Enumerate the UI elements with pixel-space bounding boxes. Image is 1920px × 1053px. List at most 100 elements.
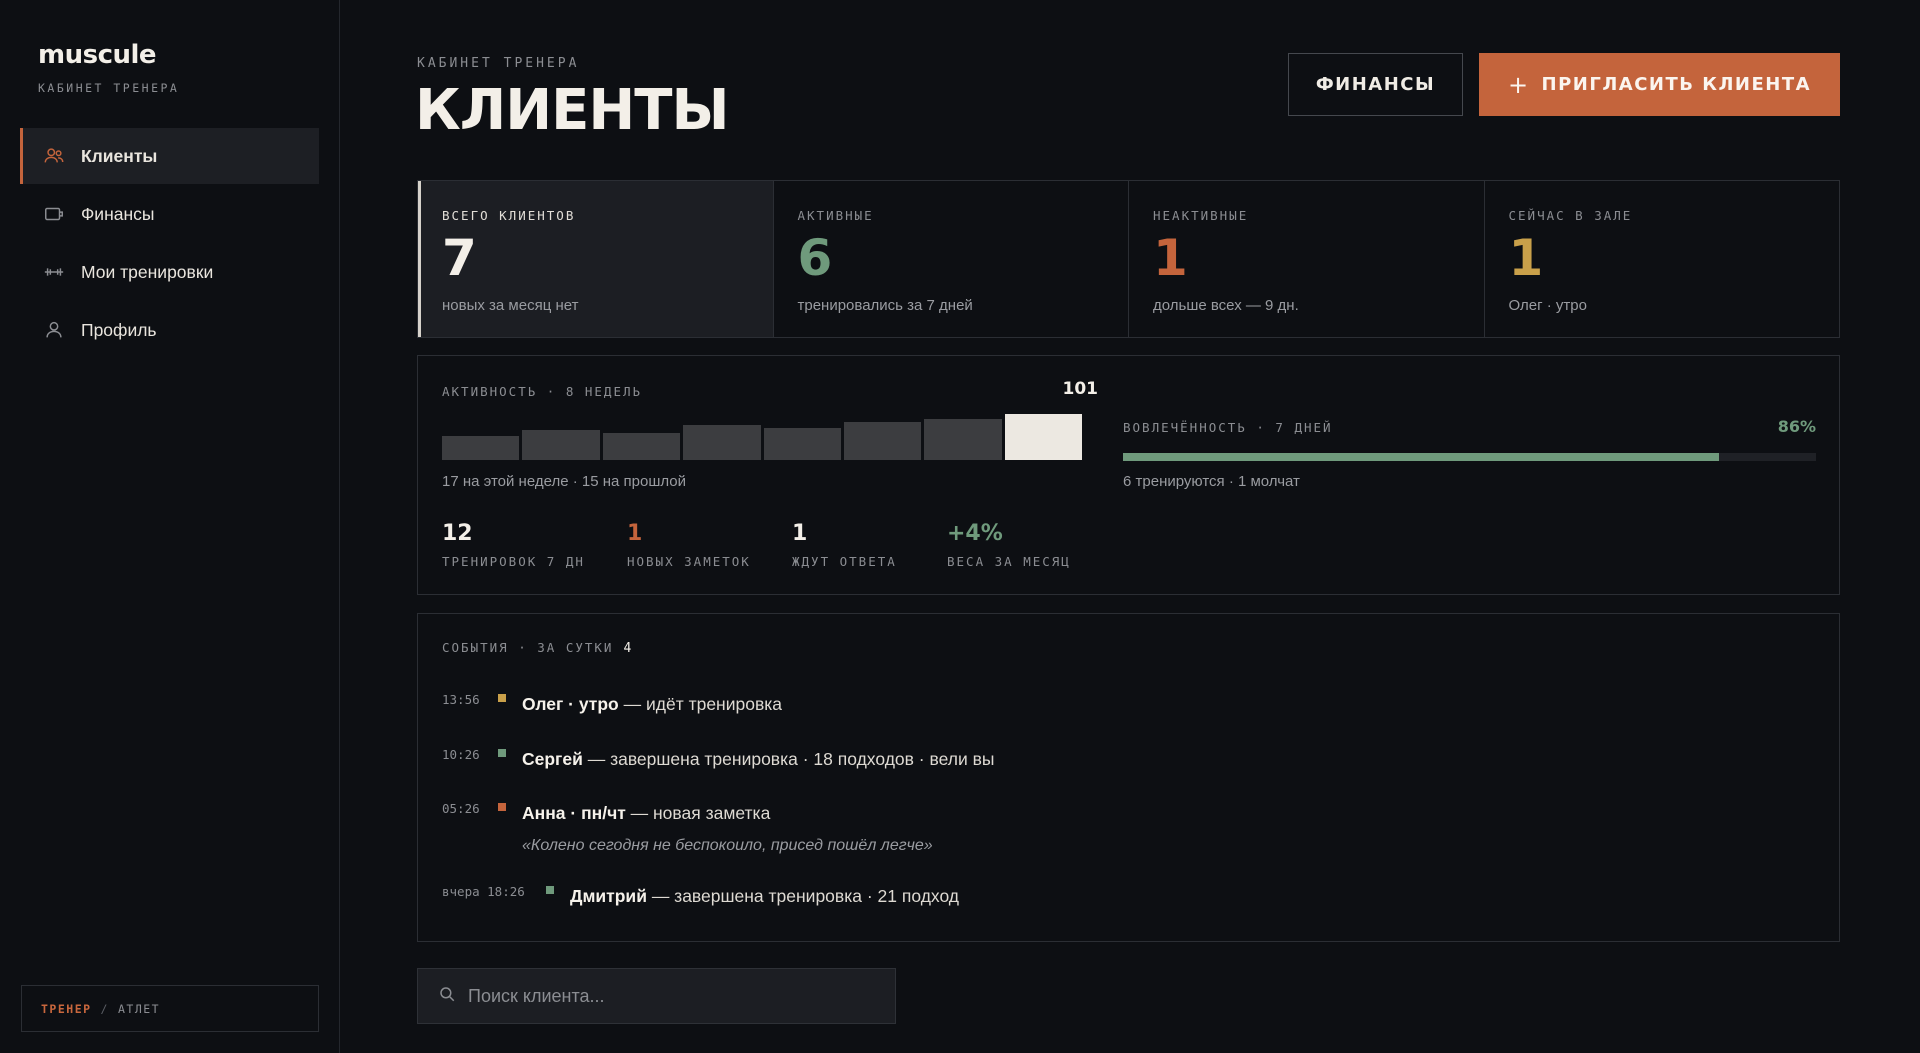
- engagement-subtitle: 6 тренируются · 1 молчат: [1123, 473, 1300, 490]
- role-trainer[interactable]: ТРЕНЕР: [41, 1002, 92, 1016]
- event-desc: — завершена тренировка · 21 подход: [646, 886, 960, 906]
- engagement-bar: [1123, 453, 1816, 461]
- events-label-text: СОБЫТИЯ · ЗА СУТКИ: [442, 640, 614, 655]
- stat-value: 7: [442, 229, 477, 287]
- event-time: 05:26: [442, 801, 480, 816]
- finance-button[interactable]: ФИНАНСЫ: [1288, 53, 1463, 116]
- stat-value: 1: [1508, 229, 1544, 287]
- plus-icon: +: [1507, 70, 1530, 99]
- event-text: Олег · утро — идёт тренировка: [522, 694, 782, 715]
- activity-bar: [763, 427, 841, 460]
- sidebar: muscule КАБИНЕТ ТРЕНЕРА Клиенты Финансы: [0, 0, 340, 1053]
- kpi-value: 12: [442, 521, 473, 546]
- event-text: Дмитрий — завершена тренировка · 21 подх…: [570, 886, 959, 907]
- stat-active[interactable]: АКТИВНЫЕ 6 тренировались за 7 дней: [774, 181, 1129, 337]
- sidebar-item-workouts[interactable]: Мои тренировки: [20, 244, 319, 300]
- event-quote: «Колено сегодня не беспокоило, присед по…: [522, 837, 933, 854]
- sidebar-item-finance[interactable]: Финансы: [20, 186, 319, 242]
- stat-sub: тренировались за 7 дней: [797, 297, 973, 314]
- kpi-awaiting-reply[interactable]: 1 ЖДУТ ОТВЕТА: [792, 521, 897, 569]
- event-dot: [498, 694, 506, 702]
- activity-bar: [1004, 414, 1082, 460]
- page-title: КЛИЕНТЫ: [415, 78, 729, 143]
- event-dot: [498, 749, 506, 757]
- engagement-percent: 86%: [1777, 417, 1816, 436]
- client-search[interactable]: [417, 968, 896, 1024]
- app-subtitle: КАБИНЕТ ТРЕНЕРА: [38, 81, 180, 95]
- kpi-label: ЖДУТ ОТВЕТА: [792, 554, 897, 569]
- role-switch[interactable]: ТРЕНЕР / АТЛЕТ: [21, 985, 319, 1032]
- event-dot: [498, 803, 506, 811]
- sidebar-item-label: Клиенты: [81, 145, 158, 166]
- kpi-label: ВЕСА ЗА МЕСЯЦ: [947, 554, 1071, 569]
- event-text: Анна · пн/чт — новая заметка: [522, 803, 770, 824]
- sidebar-item-label: Мои тренировки: [81, 261, 214, 282]
- stat-label: НЕАКТИВНЫЕ: [1153, 208, 1249, 223]
- sidebar-item-profile[interactable]: Профиль: [20, 302, 319, 358]
- stat-value: 6: [797, 229, 833, 287]
- kpi-new-notes[interactable]: 1 НОВЫХ ЗАМЕТОК: [627, 521, 751, 569]
- activity-label: АКТИВНОСТЬ · 8 НЕДЕЛЬ: [442, 384, 643, 399]
- invite-client-button[interactable]: + ПРИГЛАСИТЬ КЛИЕНТА: [1479, 53, 1840, 116]
- event-who[interactable]: Дмитрий: [570, 886, 647, 906]
- sidebar-item-label: Финансы: [81, 203, 155, 224]
- activity-bar: [602, 432, 681, 460]
- activity-bar: [843, 422, 922, 460]
- event-who[interactable]: Олег · утро: [522, 694, 619, 714]
- event-who[interactable]: Сергей: [522, 749, 583, 769]
- stat-in-gym[interactable]: СЕЙЧАС В ЗАЛЕ 1 Олег · утро: [1485, 181, 1840, 337]
- activity-bars: [442, 414, 1082, 460]
- event-desc: — идёт тренировка: [618, 694, 783, 714]
- stat-sub: новых за месяц нет: [442, 297, 579, 314]
- stats-row: ВСЕГО КЛИЕНТОВ 7 новых за месяц нет АКТИ…: [417, 180, 1840, 338]
- engagement-label: ВОВЛЕЧЁННОСТЬ · 7 ДНЕЙ: [1123, 420, 1333, 435]
- stat-total-clients[interactable]: ВСЕГО КЛИЕНТОВ 7 новых за месяц нет: [418, 181, 774, 337]
- engagement-bar-fill: [1123, 453, 1719, 461]
- stat-label: АКТИВНЫЕ: [797, 208, 874, 223]
- stat-label: СЕЙЧАС В ЗАЛЕ: [1508, 208, 1633, 223]
- role-separator: /: [100, 1001, 109, 1016]
- kpi-value: 1: [627, 521, 643, 546]
- activity-bar: [522, 430, 600, 460]
- activity-subtitle: 17 на этой неделе · 15 на прошлой: [442, 473, 687, 490]
- stat-sub: Олег · утро: [1508, 297, 1587, 314]
- dumbbell-icon: [42, 260, 66, 284]
- stat-value: 1: [1153, 229, 1188, 287]
- event-dot: [546, 886, 554, 894]
- event-text: Сергей — завершена тренировка · 18 подхо…: [522, 749, 994, 770]
- kpi-weight: +4% ВЕСА ЗА МЕСЯЦ: [947, 521, 1071, 569]
- invite-client-label: ПРИГЛАСИТЬ КЛИЕНТА: [1541, 74, 1812, 95]
- page-eyebrow: КАБИНЕТ ТРЕНЕРА: [417, 56, 580, 71]
- users-icon: [42, 144, 66, 168]
- user-icon: [42, 318, 66, 342]
- activity-panel: АКТИВНОСТЬ · 8 НЕДЕЛЬ 101 17 на этой нед…: [417, 355, 1840, 595]
- activity-total: 101: [1062, 379, 1099, 399]
- kpi-workouts: 12 ТРЕНИРОВОК 7 ДН: [442, 521, 585, 569]
- search-icon: [438, 985, 456, 1008]
- event-time: вчера 18:26: [442, 884, 525, 899]
- event-who[interactable]: Анна · пн/чт: [522, 803, 626, 823]
- kpi-value: 1: [792, 521, 808, 546]
- sidebar-item-label: Профиль: [81, 319, 157, 340]
- stat-sub: дольше всех — 9 дн.: [1153, 297, 1299, 314]
- activity-bar: [442, 435, 520, 460]
- activity-bar: [924, 419, 1002, 460]
- events-count: 4: [623, 641, 632, 656]
- event-time: 13:56: [442, 692, 480, 707]
- app-logo[interactable]: muscule: [38, 40, 157, 70]
- sidebar-item-clients[interactable]: Клиенты: [20, 128, 319, 184]
- events-label: СОБЫТИЯ · ЗА СУТКИ 4: [442, 640, 631, 656]
- event-desc: — завершена тренировка · 18 подходов · в…: [582, 749, 995, 769]
- search-input[interactable]: [468, 985, 868, 1007]
- event-time: 10:26: [442, 747, 480, 762]
- events-panel: СОБЫТИЯ · ЗА СУТКИ 4 13:56 Олег · утро — …: [417, 613, 1840, 942]
- event-desc: — новая заметка: [625, 803, 771, 823]
- stat-label: ВСЕГО КЛИЕНТОВ: [442, 208, 576, 223]
- stat-inactive[interactable]: НЕАКТИВНЫЕ 1 дольше всех — 9 дн.: [1129, 181, 1485, 337]
- sidebar-nav: Клиенты Финансы Мои тренировки Профиль: [20, 128, 319, 360]
- kpi-label: НОВЫХ ЗАМЕТОК: [627, 554, 751, 569]
- role-athlete[interactable]: АТЛЕТ: [118, 1002, 160, 1016]
- kpi-value: +4%: [947, 521, 1003, 546]
- activity-bar: [683, 424, 761, 460]
- wallet-icon: [42, 202, 66, 226]
